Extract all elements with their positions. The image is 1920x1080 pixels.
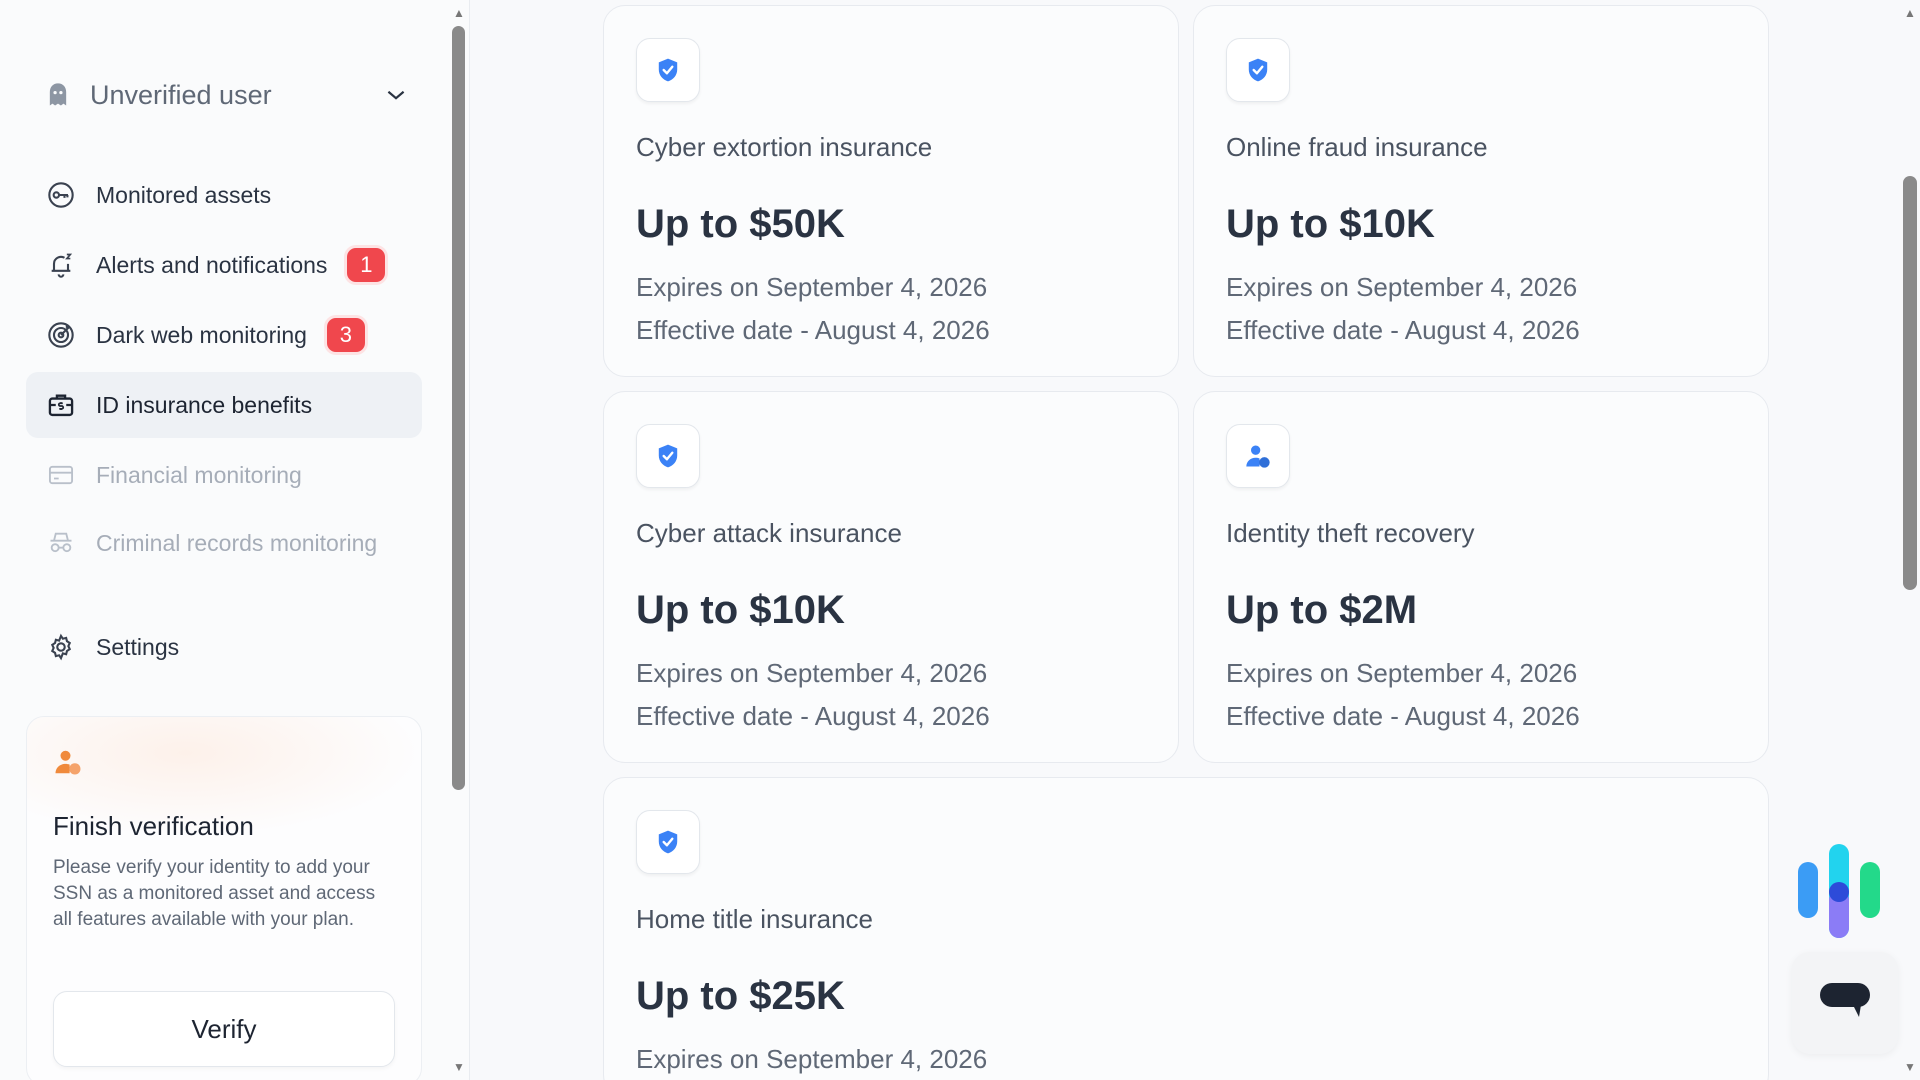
card-amount: Up to $50K: [636, 202, 845, 246]
shield-check-icon: [636, 38, 700, 102]
scroll-up-arrow-icon[interactable]: ▲: [453, 6, 465, 20]
chevron-down-icon[interactable]: [383, 82, 409, 108]
insurance-card-identity-theft: Identity theft recovery Up to $2M Expire…: [1193, 391, 1769, 763]
sidebar-item-label: Monitored assets: [96, 181, 272, 208]
insurance-card-home-title: Home title insurance Up to $25K Expires …: [603, 777, 1769, 1080]
sidebar-item-label: ID insurance benefits: [96, 391, 313, 418]
sidebar: Unverified user Monitored assets Alerts …: [0, 0, 470, 1080]
card-effective-date: Effective date - August 4, 2026: [1226, 701, 1580, 731]
briefcase-dollar-icon: [46, 390, 76, 420]
notification-badge: 3: [326, 318, 365, 352]
sidebar-item-label: Dark web monitoring: [96, 321, 307, 348]
scroll-down-arrow-icon[interactable]: ▼: [453, 1060, 465, 1074]
card-effective-date: Effective date - August 4, 2026: [636, 701, 990, 731]
card-amount: Up to $25K: [636, 974, 845, 1018]
card-title: Cyber attack insurance: [636, 518, 902, 548]
sidebar-scrollbar[interactable]: ▲ ▼: [450, 0, 470, 1080]
bell-icon: [46, 250, 76, 280]
card-expiry: Expires on September 4, 2026: [1226, 658, 1578, 688]
scrollbar-thumb[interactable]: [1903, 176, 1917, 590]
sidebar-item-financial[interactable]: Financial monitoring: [26, 442, 422, 508]
card-effective-date: Effective date - August 4, 2026: [1226, 315, 1580, 345]
gear-icon: [46, 632, 76, 662]
card-amount: Up to $10K: [1226, 202, 1435, 246]
insurance-benefits-content: Cyber extortion insurance Up to $50K Exp…: [471, 0, 1917, 1080]
card-expiry: Expires on September 4, 2026: [636, 1044, 988, 1074]
main-scrollbar[interactable]: ▲ ▼: [1898, 0, 1920, 1080]
verify-button[interactable]: Verify: [53, 991, 395, 1067]
card-title: Online fraud insurance: [1226, 132, 1488, 162]
ghost-icon: [49, 83, 67, 106]
chat-bubble-icon: [1820, 983, 1870, 1017]
user-name: Unverified user: [90, 79, 272, 110]
sidebar-item-settings[interactable]: Settings: [26, 614, 422, 680]
brand-logo-icon: [1796, 842, 1882, 938]
sidebar-item-alerts[interactable]: Alerts and notifications 1: [26, 232, 422, 298]
notification-badge: 1: [347, 248, 386, 282]
shield-check-icon: [636, 810, 700, 874]
insurance-card-online-fraud: Online fraud insurance Up to $10K Expire…: [1193, 5, 1769, 377]
card-effective-date: Effective date - August 4, 2026: [636, 315, 990, 345]
user-verify-icon: [55, 750, 81, 775]
insurance-card-cyber-attack: Cyber attack insurance Up to $10K Expire…: [603, 391, 1179, 763]
scroll-up-arrow-icon[interactable]: ▲: [1904, 6, 1916, 20]
card-expiry: Expires on September 4, 2026: [1226, 272, 1578, 302]
card-expiry: Expires on September 4, 2026: [636, 658, 988, 688]
card-title: Identity theft recovery: [1226, 518, 1475, 548]
verification-card: Finish verification Please verify your i…: [26, 716, 422, 1080]
card-amount: Up to $2M: [1226, 588, 1418, 632]
verification-title: Finish verification: [53, 811, 254, 841]
card-expiry: Expires on September 4, 2026: [636, 272, 988, 302]
user-shield-icon: [1226, 424, 1290, 488]
card-title: Home title insurance: [636, 904, 873, 934]
sidebar-item-label: Settings: [96, 633, 180, 660]
sidebar-item-id-insurance[interactable]: ID insurance benefits: [26, 372, 422, 438]
sidebar-item-label: Alerts and notifications: [96, 251, 328, 278]
sidebar-item-dark-web[interactable]: Dark web monitoring 3: [26, 302, 422, 368]
sidebar-item-criminal-records[interactable]: Criminal records monitoring: [26, 510, 422, 576]
sidebar-item-label: Financial monitoring: [96, 461, 302, 488]
sidebar-item-monitored-assets[interactable]: Monitored assets: [26, 162, 422, 228]
verification-text: Please verify your identity to add your …: [53, 857, 376, 930]
card-amount: Up to $10K: [636, 588, 845, 632]
shield-check-icon: [1226, 38, 1290, 102]
card-title: Cyber extortion insurance: [636, 132, 933, 162]
shield-check-icon: [636, 424, 700, 488]
scroll-down-arrow-icon[interactable]: ▼: [1904, 1060, 1916, 1074]
chat-widget-button[interactable]: [1792, 952, 1898, 1054]
key-icon: [46, 180, 76, 210]
spy-icon: [46, 528, 76, 558]
user-switcher[interactable]: Unverified user: [44, 70, 409, 120]
target-icon: [46, 320, 76, 350]
insurance-card-cyber-extortion: Cyber extortion insurance Up to $50K Exp…: [603, 5, 1179, 377]
sidebar-item-label: Criminal records monitoring: [96, 529, 378, 556]
credit-card-icon: [46, 460, 76, 490]
scrollbar-thumb[interactable]: [452, 26, 465, 790]
